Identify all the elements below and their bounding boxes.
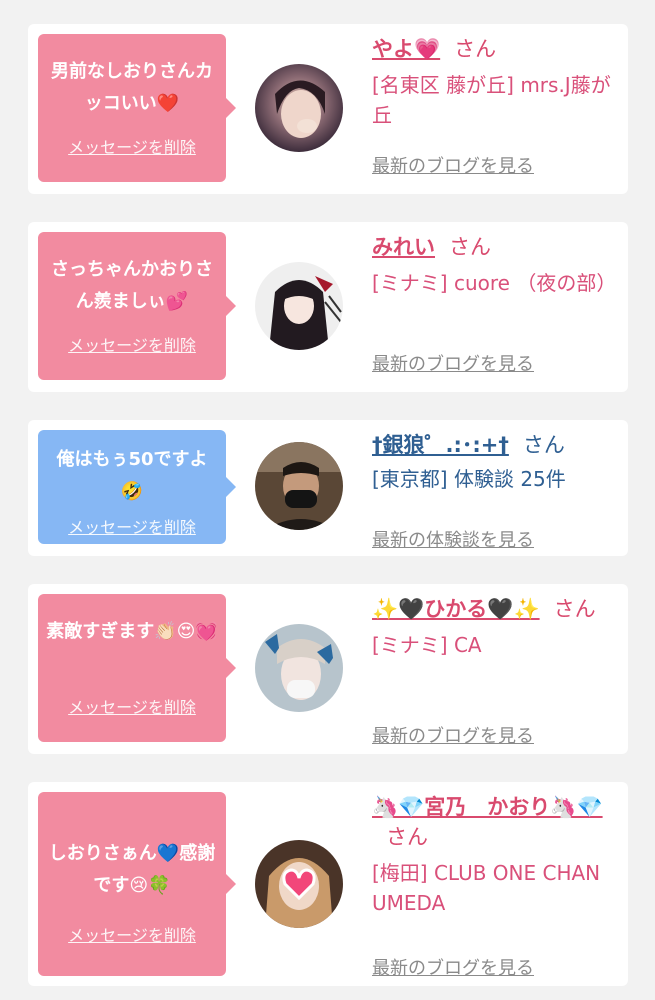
message-card: しおりさぁん💙感謝です😢🍀 メッセージを削除 🦄💎宮乃 かおり🦄💎 さん [梅田]… xyxy=(28,782,628,986)
latest-blog-link[interactable]: 最新のブログを見る xyxy=(372,152,534,178)
avatar-masked-man-icon xyxy=(255,442,343,530)
message-bubble: 男前なしおりさんカッコいい❤️ メッセージを削除 xyxy=(38,34,236,182)
sender-meta: [梅田] CLUB ONE CHAN UMEDA xyxy=(372,861,601,915)
sender-meta: [名東区 藤が丘] mrs.J藤が丘 xyxy=(372,73,611,127)
sender-info: みれい さん [ミナミ] cuore （夜の部） 最新のブログを見る xyxy=(372,232,622,375)
avatar-photo-icon xyxy=(255,64,343,152)
avatar[interactable] xyxy=(255,262,343,350)
delete-message-link[interactable]: メッセージを削除 xyxy=(38,922,226,946)
latest-blog-link[interactable]: 最新のブログを見る xyxy=(372,722,534,748)
honorific: さん xyxy=(522,433,565,457)
delete-message-link[interactable]: メッセージを削除 xyxy=(38,514,226,538)
message-text: しおりさぁん💙感謝です😢🍀 xyxy=(48,843,216,896)
message-card: 俺はもぅ50ですよ🤣 メッセージを削除 †銀狼゜.:･:+† さん [東京都] 体… xyxy=(28,420,628,556)
sender-info: †銀狼゜.:･:+† さん [東京都] 体験談 25件 最新の体験談を見る xyxy=(372,430,622,551)
avatar-anime-icon xyxy=(255,262,343,350)
sender-name-link[interactable]: 🦄💎宮乃 かおり🦄💎 xyxy=(372,795,603,819)
sender-name-link[interactable]: ✨🖤ひかる🖤✨ xyxy=(372,597,540,621)
latest-blog-link[interactable]: 最新のブログを見る xyxy=(372,350,534,376)
sender-meta: [ミナミ] cuore （夜の部） xyxy=(372,271,617,295)
delete-message-link[interactable]: メッセージを削除 xyxy=(38,332,226,356)
delete-message-link[interactable]: メッセージを削除 xyxy=(38,694,226,718)
sender-meta: [東京都] 体験談 25件 xyxy=(372,467,566,491)
avatar[interactable] xyxy=(255,64,343,152)
message-text: 素敵すぎます👏🏻😍💓 xyxy=(46,621,218,642)
message-bubble: 素敵すぎます👏🏻😍💓 メッセージを削除 xyxy=(38,594,236,742)
delete-message-link[interactable]: メッセージを削除 xyxy=(38,134,226,158)
avatar[interactable] xyxy=(255,442,343,530)
avatar[interactable] xyxy=(255,624,343,712)
latest-review-link[interactable]: 最新の体験談を見る xyxy=(372,526,534,552)
sender-meta: [ミナミ] CA xyxy=(372,633,482,657)
sender-info: やよ💗 さん [名東区 藤が丘] mrs.J藤が丘 最新のブログを見る xyxy=(372,34,622,177)
message-card: 素敵すぎます👏🏻😍💓 メッセージを削除 ✨🖤ひかる🖤✨ さん [ミナミ] CA 最… xyxy=(28,584,628,754)
message-card: さっちゃんかおりさん羨ましぃ💕 メッセージを削除 みれい さん [ミナミ] cuo… xyxy=(28,222,628,392)
honorific: さん xyxy=(449,235,491,259)
latest-blog-link[interactable]: 最新のブログを見る xyxy=(372,954,534,980)
sender-info: 🦄💎宮乃 かおり🦄💎 さん [梅田] CLUB ONE CHAN UMEDA 最新… xyxy=(372,792,622,979)
message-text: さっちゃんかおりさん羨ましぃ💕 xyxy=(51,259,213,312)
message-list: 男前なしおりさんカッコいい❤️ メッセージを削除 やよ💗 さん [名東区 藤が丘]… xyxy=(0,0,655,1000)
message-text: 俺はもぅ50ですよ🤣 xyxy=(56,449,208,502)
message-bubble: さっちゃんかおりさん羨ましぃ💕 メッセージを削除 xyxy=(38,232,236,380)
honorific: さん xyxy=(454,37,497,61)
sender-name-link[interactable]: †銀狼゜.:･:+† xyxy=(372,433,509,457)
message-bubble: 俺はもぅ50ですよ🤣 メッセージを削除 xyxy=(38,430,236,544)
avatar-butterflies-icon xyxy=(255,624,343,712)
sender-name-link[interactable]: やよ💗 xyxy=(372,37,440,61)
message-card: 男前なしおりさんカッコいい❤️ メッセージを削除 やよ💗 さん [名東区 藤が丘]… xyxy=(28,24,628,194)
honorific: さん xyxy=(553,597,596,621)
avatar-heart-sticker-icon xyxy=(255,840,343,928)
message-text: 男前なしおりさんカッコいい❤️ xyxy=(51,61,213,114)
avatar[interactable] xyxy=(255,840,343,928)
message-bubble: しおりさぁん💙感謝です😢🍀 メッセージを削除 xyxy=(38,792,236,976)
sender-info: ✨🖤ひかる🖤✨ さん [ミナミ] CA 最新のブログを見る xyxy=(372,594,622,747)
honorific: さん xyxy=(386,825,428,849)
sender-name-link[interactable]: みれい xyxy=(372,235,435,259)
